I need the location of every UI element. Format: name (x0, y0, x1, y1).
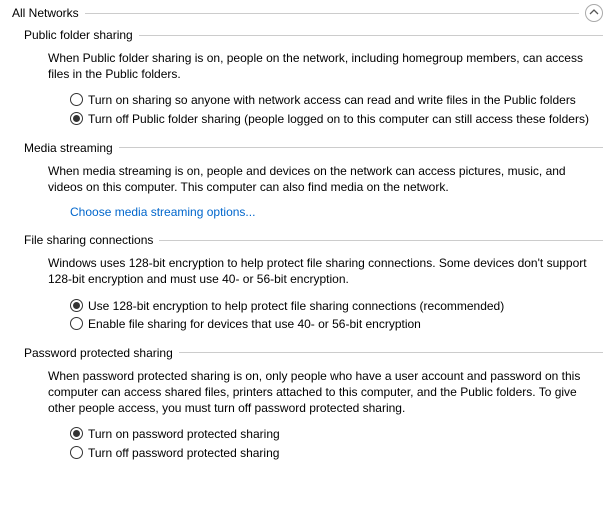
radio-turn-on-public-sharing[interactable]: Turn on sharing so anyone with network a… (70, 92, 599, 108)
section-header: File sharing connections (24, 233, 603, 247)
section-header: Password protected sharing (24, 346, 603, 360)
chevron-up-icon (589, 6, 599, 20)
radio-icon (70, 112, 83, 125)
radio-group-public-folder: Turn on sharing so anyone with network a… (70, 92, 599, 126)
radio-40-56-bit-encryption[interactable]: Enable file sharing for devices that use… (70, 316, 599, 332)
radio-icon (70, 299, 83, 312)
section-header: Public folder sharing (24, 28, 603, 42)
section-title: Media streaming (24, 141, 119, 155)
radio-label: Turn on sharing so anyone with network a… (88, 92, 576, 108)
radio-128-bit-encryption[interactable]: Use 128-bit encryption to help protect f… (70, 298, 599, 314)
section-description: When media streaming is on, people and d… (48, 163, 599, 195)
radio-label: Enable file sharing for devices that use… (88, 316, 421, 332)
collapse-button[interactable] (585, 4, 603, 22)
divider (159, 240, 603, 241)
section-media-streaming: Media streaming When media streaming is … (24, 141, 603, 219)
link-media-streaming-options[interactable]: Choose media streaming options... (70, 205, 255, 219)
radio-label: Turn on password protected sharing (88, 426, 280, 442)
radio-group-encryption: Use 128-bit encryption to help protect f… (70, 298, 599, 332)
radio-label: Turn off password protected sharing (88, 445, 279, 461)
section-title: Public folder sharing (24, 28, 139, 42)
section-description: Windows uses 128-bit encryption to help … (48, 255, 599, 287)
divider (85, 13, 579, 14)
radio-icon (70, 93, 83, 106)
divider (179, 352, 603, 353)
divider (119, 147, 603, 148)
group-title: All Networks (12, 6, 85, 20)
radio-group-password: Turn on password protected sharing Turn … (70, 426, 599, 460)
radio-icon (70, 427, 83, 440)
radio-turn-off-public-sharing[interactable]: Turn off Public folder sharing (people l… (70, 111, 599, 127)
section-file-sharing-connections: File sharing connections Windows uses 12… (24, 233, 603, 332)
radio-label: Use 128-bit encryption to help protect f… (88, 298, 504, 314)
radio-icon (70, 446, 83, 459)
divider (139, 35, 603, 36)
section-title: File sharing connections (24, 233, 159, 247)
section-header: Media streaming (24, 141, 603, 155)
section-public-folder-sharing: Public folder sharing When Public folder… (24, 28, 603, 127)
section-title: Password protected sharing (24, 346, 179, 360)
section-password-protected-sharing: Password protected sharing When password… (24, 346, 603, 461)
radio-turn-on-password-sharing[interactable]: Turn on password protected sharing (70, 426, 599, 442)
section-description: When Public folder sharing is on, people… (48, 50, 599, 82)
radio-icon (70, 317, 83, 330)
group-header: All Networks (12, 4, 603, 22)
radio-label: Turn off Public folder sharing (people l… (88, 111, 589, 127)
radio-turn-off-password-sharing[interactable]: Turn off password protected sharing (70, 445, 599, 461)
section-description: When password protected sharing is on, o… (48, 368, 599, 417)
